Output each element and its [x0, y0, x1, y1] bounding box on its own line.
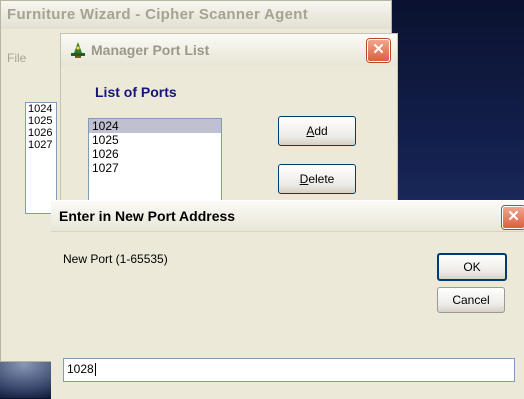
manager-title-bar: Manager Port List ✕ — [61, 34, 397, 66]
cancel-button[interactable]: Cancel — [437, 287, 505, 313]
back-port-list[interactable]: 1024 1025 1026 1027 — [25, 102, 57, 214]
new-port-input[interactable]: 1028 — [63, 358, 515, 382]
ok-button[interactable]: OK — [437, 253, 507, 281]
manager-close-button[interactable]: ✕ — [367, 39, 390, 62]
list-item[interactable]: 1027 — [26, 139, 56, 151]
add-label: dd — [314, 124, 328, 138]
menu-bar: File — [1, 51, 61, 71]
new-port-prompt: New Port (1-65535) — [63, 252, 168, 266]
new-port-input-value: 1028 — [67, 362, 94, 376]
list-item[interactable]: 1025 — [26, 115, 56, 127]
port-list-item[interactable]: 1026 — [89, 147, 221, 161]
dialog-title-bar: Enter in New Port Address ✕ — [51, 201, 524, 232]
port-list-item-selected[interactable]: 1024 — [89, 119, 221, 133]
text-caret — [94, 363, 96, 377]
list-item[interactable]: 1026 — [26, 127, 56, 139]
new-port-dialog[interactable]: Enter in New Port Address ✕ New Port (1-… — [51, 200, 524, 399]
port-list-item[interactable]: 1025 — [89, 133, 221, 147]
port-list-item[interactable]: 1027 — [89, 161, 221, 175]
wizard-hat-icon — [71, 42, 85, 58]
list-item[interactable]: 1024 — [26, 103, 56, 115]
delete-label: elete — [308, 172, 335, 186]
manager-title: Manager Port List — [91, 42, 210, 58]
scanner-agent-title: Furniture Wizard - Cipher Scanner Agent — [1, 1, 391, 29]
delete-button[interactable]: Delete — [278, 164, 356, 194]
dialog-close-button[interactable]: ✕ — [502, 206, 524, 229]
delete-accel: D — [299, 172, 309, 186]
dialog-title: Enter in New Port Address — [59, 208, 236, 224]
add-button[interactable]: Add — [278, 116, 356, 146]
menu-file[interactable]: File — [7, 51, 26, 65]
list-of-ports-heading: List of Ports — [95, 84, 177, 100]
